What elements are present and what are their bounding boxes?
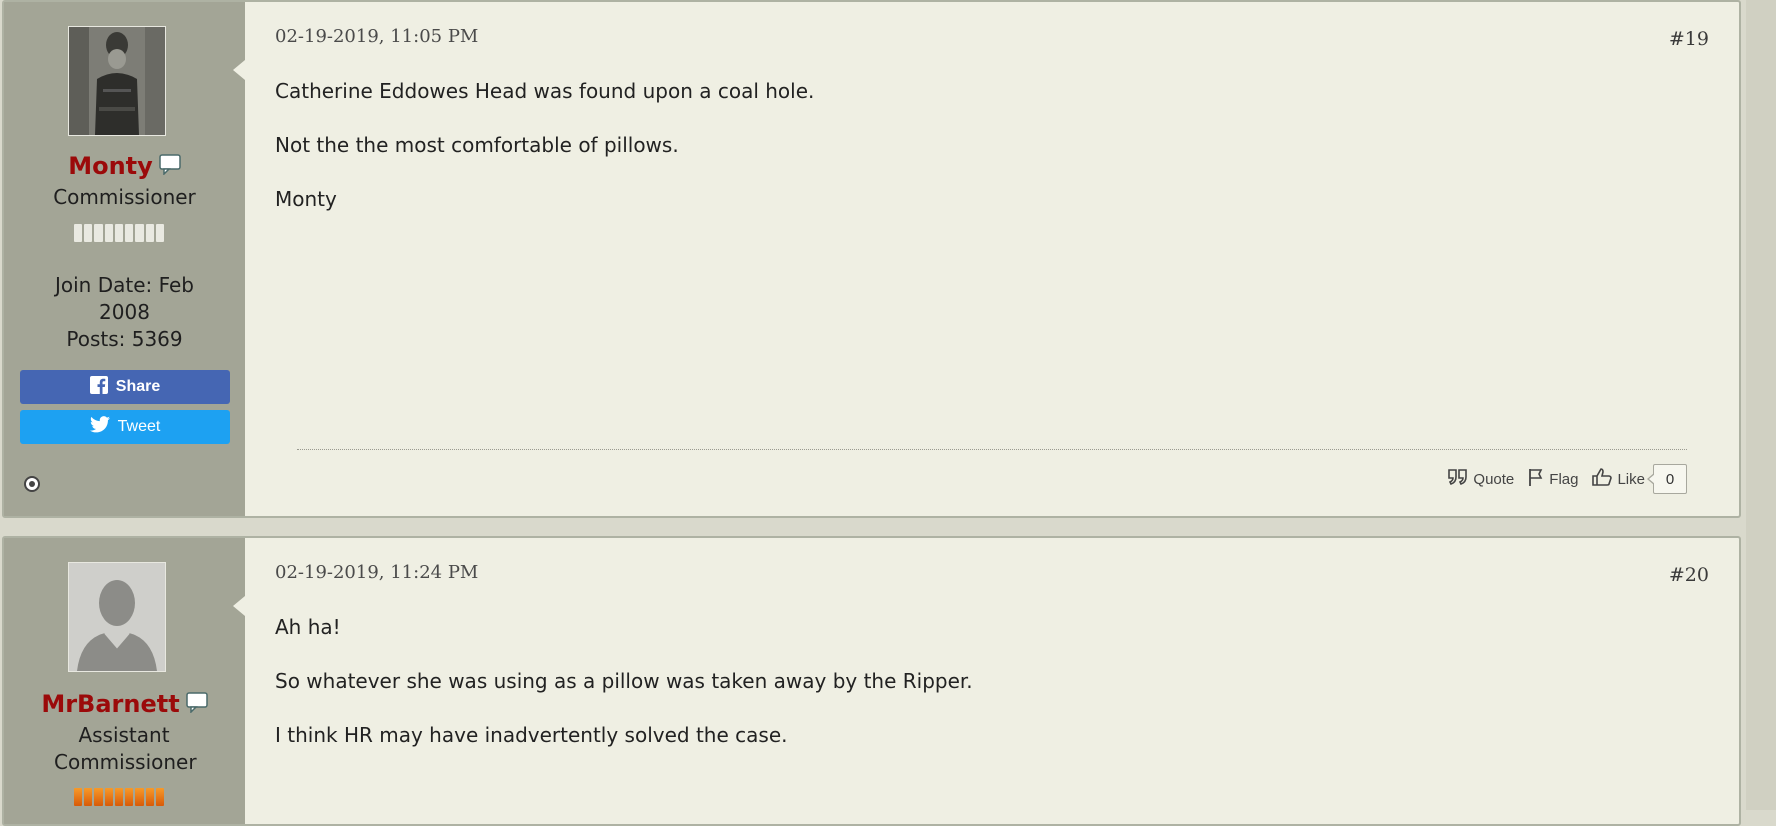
username-text[interactable]: MrBarnett	[41, 690, 179, 718]
reputation-bar	[74, 788, 164, 806]
reputation-bar	[74, 224, 164, 242]
twitter-icon	[89, 416, 110, 438]
post-body: Ah ha! So whatever she was using as a pi…	[275, 614, 1709, 776]
forum-post: Monty Commissioner Join Date: Feb 2008 P…	[2, 0, 1741, 518]
join-date: Join Date: Feb 2008	[54, 273, 195, 324]
post-content: 02-19-2019, 11:24 PM #20 Ah ha! So whate…	[233, 538, 1739, 824]
flag-icon	[1528, 468, 1544, 490]
default-avatar-icon	[69, 563, 165, 671]
post-divider	[297, 449, 1687, 450]
forum-post: MrBarnett Assistant Commissioner 02-19-2…	[2, 536, 1741, 826]
user-title: Commissioner	[53, 185, 196, 209]
username[interactable]: Monty	[4, 152, 245, 181]
tweet-button[interactable]: Tweet	[20, 410, 230, 444]
avatar-photo	[69, 27, 165, 135]
post-paragraph: Monty	[275, 187, 337, 211]
user-title: Assistant Commissioner	[54, 723, 197, 774]
post-user-info: Monty Commissioner Join Date: Feb 2008 P…	[4, 2, 245, 516]
post-paragraph: Not the the most comfortable of pillows.	[275, 133, 679, 157]
post-user-info: MrBarnett Assistant Commissioner	[4, 538, 245, 824]
speech-pointer	[233, 596, 245, 616]
speech-pointer	[233, 60, 245, 80]
flag-label: Flag	[1549, 470, 1579, 488]
like-count: 0	[1647, 464, 1687, 494]
like-label: Like	[1617, 470, 1645, 488]
quote-icon	[1448, 469, 1468, 489]
share-button[interactable]: Share	[20, 370, 230, 404]
post-paragraph: Catherine Eddowes Head was found upon a …	[275, 79, 815, 103]
post-paragraph: I think HR may have inadvertently solved…	[275, 723, 788, 747]
quote-label: Quote	[1473, 470, 1515, 488]
post-body: Catherine Eddowes Head was found upon a …	[275, 78, 1709, 240]
post-number-link[interactable]: #20	[1669, 564, 1709, 586]
thumbs-up-icon	[1592, 468, 1613, 490]
user-stats: Join Date: Feb 2008 Posts: 5369	[4, 272, 245, 353]
post-count: Posts: 5369	[66, 327, 183, 351]
flag-button[interactable]: Flag	[1528, 468, 1578, 490]
post-actions: Quote Flag Like 0	[1448, 463, 1687, 495]
tweet-label: Tweet	[117, 418, 161, 435]
avatar[interactable]	[68, 562, 166, 672]
post-number-link[interactable]: #19	[1669, 28, 1709, 50]
private-message-icon[interactable]	[185, 691, 208, 719]
share-label: Share	[115, 378, 161, 395]
page-scrollbar[interactable]	[1746, 0, 1776, 810]
username[interactable]: MrBarnett	[4, 690, 245, 719]
username-text[interactable]: Monty	[68, 152, 153, 180]
quote-button[interactable]: Quote	[1448, 469, 1514, 489]
facebook-icon	[89, 375, 108, 399]
private-message-icon[interactable]	[159, 153, 181, 181]
post-date: 02-19-2019, 11:05 PM	[275, 26, 479, 47]
post-date: 02-19-2019, 11:24 PM	[275, 562, 479, 583]
post-paragraph: So whatever she was using as a pillow wa…	[275, 669, 973, 693]
avatar[interactable]	[68, 26, 166, 136]
like-button[interactable]: Like	[1592, 468, 1645, 490]
post-paragraph: Ah ha!	[275, 615, 341, 639]
post-content: 02-19-2019, 11:05 PM #19 Catherine Eddow…	[233, 2, 1739, 516]
online-status-icon	[24, 476, 40, 492]
